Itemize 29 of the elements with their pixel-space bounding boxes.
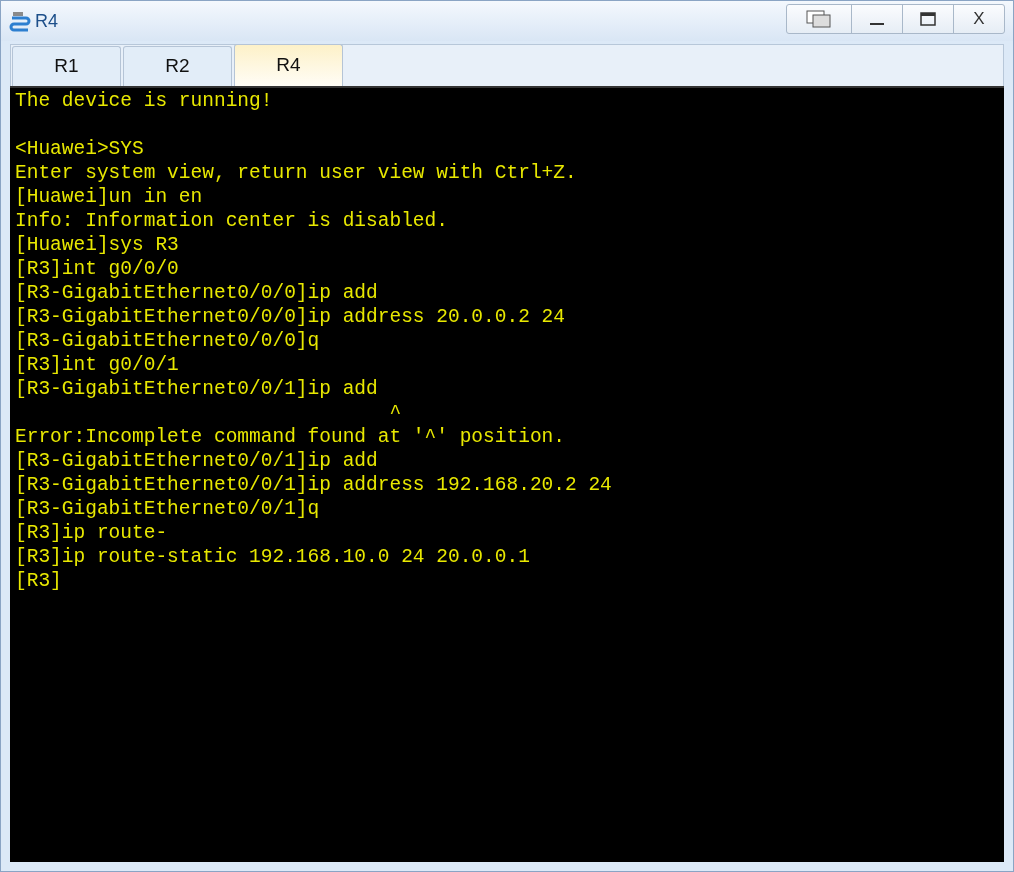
- terminal-line: [R3-GigabitEthernet0/0/0]ip add: [15, 282, 378, 304]
- terminal-line: [R3-GigabitEthernet0/0/1]q: [15, 498, 320, 520]
- app-icon: [9, 9, 31, 33]
- maximize-icon: [920, 12, 936, 26]
- terminal-line: [R3-GigabitEthernet0/0/1]ip add: [15, 450, 378, 472]
- terminal-line: Info: Information center is disabled.: [15, 210, 448, 232]
- terminal-line: Error:Incomplete command found at '^' position.: [15, 426, 565, 448]
- terminal-line: [Huawei]un in en: [15, 186, 203, 208]
- terminal-line: [Huawei]sys R3: [15, 234, 179, 256]
- terminal-line: [R3]ip route-static 192.168.10.0 24 20.0.0.1: [15, 546, 530, 568]
- window-title: R4: [35, 9, 58, 33]
- minimize-icon: [870, 23, 884, 25]
- tab[interactable]: R4: [234, 44, 343, 86]
- terminal[interactable]: [10, 86, 1004, 862]
- terminal-line: [R3-GigabitEthernet0/0/0]q: [15, 330, 320, 352]
- terminal-line: ^: [388, 402, 402, 424]
- terminal-line: [R3]int g0/0/1: [15, 354, 179, 376]
- terminal-line: The device is running!: [15, 90, 273, 112]
- terminal-line: [R3-GigabitEthernet0/0/0]ip address 20.0.0.2 24: [15, 306, 565, 328]
- terminal-line: [R3]int g0/0/0: [15, 258, 179, 280]
- restore-icon: [806, 10, 832, 28]
- terminal-line: [R3-GigabitEthernet0/0/1]ip address 192.168.20.2 24: [15, 474, 612, 496]
- terminal-line: Enter system view, return user view with Ctrl+Z.: [15, 162, 577, 184]
- terminal-line: [R3]: [15, 570, 62, 592]
- tab[interactable]: R2: [123, 46, 232, 86]
- tab[interactable]: R1: [12, 46, 121, 86]
- terminal-line: <Huawei>SYS: [15, 138, 144, 160]
- terminal-line: [R3-GigabitEthernet0/0/1]ip add: [15, 378, 378, 400]
- terminal-line: [R3]ip route-: [15, 522, 168, 544]
